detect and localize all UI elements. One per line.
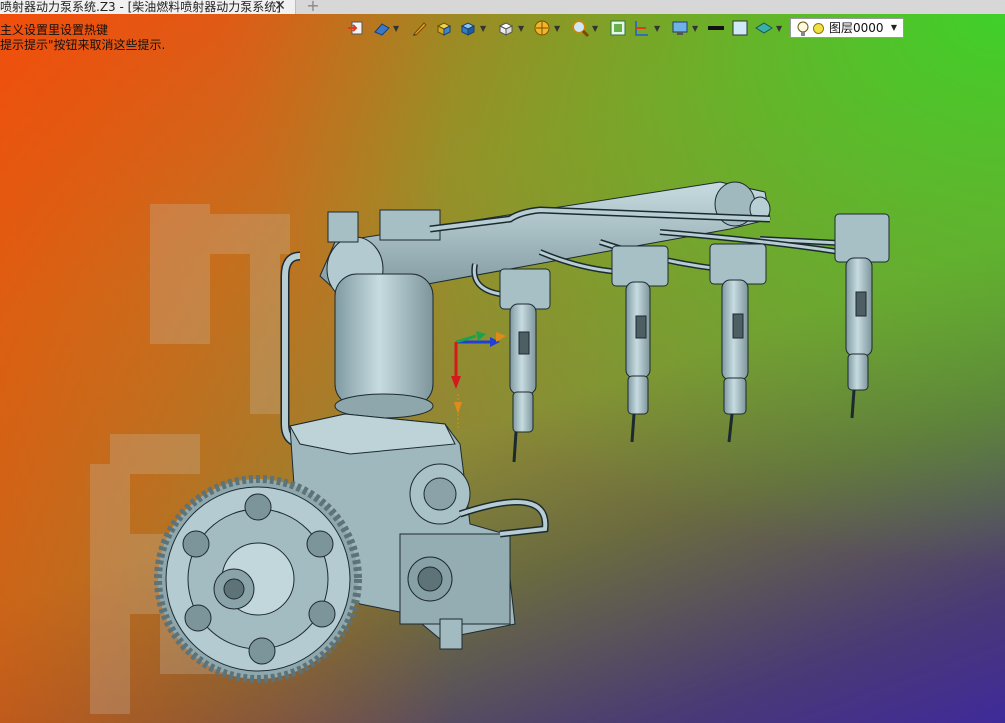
zoom-caret-icon[interactable]: ▼ [592, 25, 598, 33]
cube-yellow-icon[interactable] [434, 18, 454, 38]
view-dropdown-icon[interactable] [372, 18, 392, 38]
tab-bar: 喷射器动力泵系统.Z3 - [柴油燃料喷射器动力泵系统] ✕ + [0, 0, 1005, 14]
zoom-icon[interactable] [570, 18, 590, 38]
close-icon[interactable]: ✕ [272, 0, 288, 15]
cube-blue-icon[interactable] [458, 18, 478, 38]
filter-icon[interactable] [632, 18, 652, 38]
render-caret-icon[interactable]: ▼ [554, 25, 560, 33]
filter-caret-icon[interactable]: ▼ [654, 25, 660, 33]
display-icon[interactable] [670, 18, 690, 38]
drive-gear [154, 475, 362, 683]
line-color-icon[interactable] [706, 18, 726, 38]
import-icon[interactable] [346, 18, 366, 38]
axis-triad [451, 331, 506, 429]
render-mode-icon[interactable] [532, 18, 552, 38]
cad-model[interactable] [0, 14, 1005, 723]
lightbulb-icon[interactable] [796, 21, 810, 41]
new-tab-button[interactable]: + [304, 0, 322, 16]
document-tab[interactable]: 喷射器动力泵系统.Z3 - [柴油燃料喷射器动力泵系统] ✕ [0, 0, 296, 14]
layer-select[interactable]: 图层0000 ▼ [790, 18, 904, 38]
injector-4 [834, 213, 890, 419]
layer-color-icon [813, 23, 824, 34]
injector-2 [611, 245, 669, 443]
3d-viewport[interactable]: 主义设置里设置热键 提示提示"按钮来取消这些提示. ▼ ▼ ▼ ▼ ▼ ▼ ▼ … [0, 14, 1005, 723]
grid-icon[interactable] [608, 18, 628, 38]
hint-line-1: 主义设置里设置热键 [0, 23, 109, 37]
hint-line-2: 提示提示"按钮来取消这些提示. [0, 38, 166, 52]
layer-name: 图层0000 [829, 21, 884, 35]
fill-color-icon[interactable] [730, 18, 750, 38]
wire-caret-icon[interactable]: ▼ [518, 25, 524, 33]
injector-1 [499, 268, 551, 463]
display-caret-icon[interactable]: ▼ [692, 25, 698, 33]
chevron-down-icon[interactable]: ▼ [891, 23, 897, 32]
layer-shape-caret-icon[interactable]: ▼ [776, 25, 782, 33]
app-window: 喷射器动力泵系统.Z3 - [柴油燃料喷射器动力泵系统] ✕ + 主义设置里设置… [0, 0, 1005, 723]
document-tab-title: 喷射器动力泵系统.Z3 - [柴油燃料喷射器动力泵系统] [0, 0, 281, 14]
pencil-icon[interactable] [410, 18, 430, 38]
cube-wire-icon[interactable] [496, 18, 516, 38]
cube-caret-icon[interactable]: ▼ [480, 25, 486, 33]
layer-shape-icon[interactable] [754, 18, 774, 38]
view-caret-icon[interactable]: ▼ [393, 25, 399, 33]
filter-housing [334, 273, 434, 407]
injector-3 [709, 243, 767, 443]
